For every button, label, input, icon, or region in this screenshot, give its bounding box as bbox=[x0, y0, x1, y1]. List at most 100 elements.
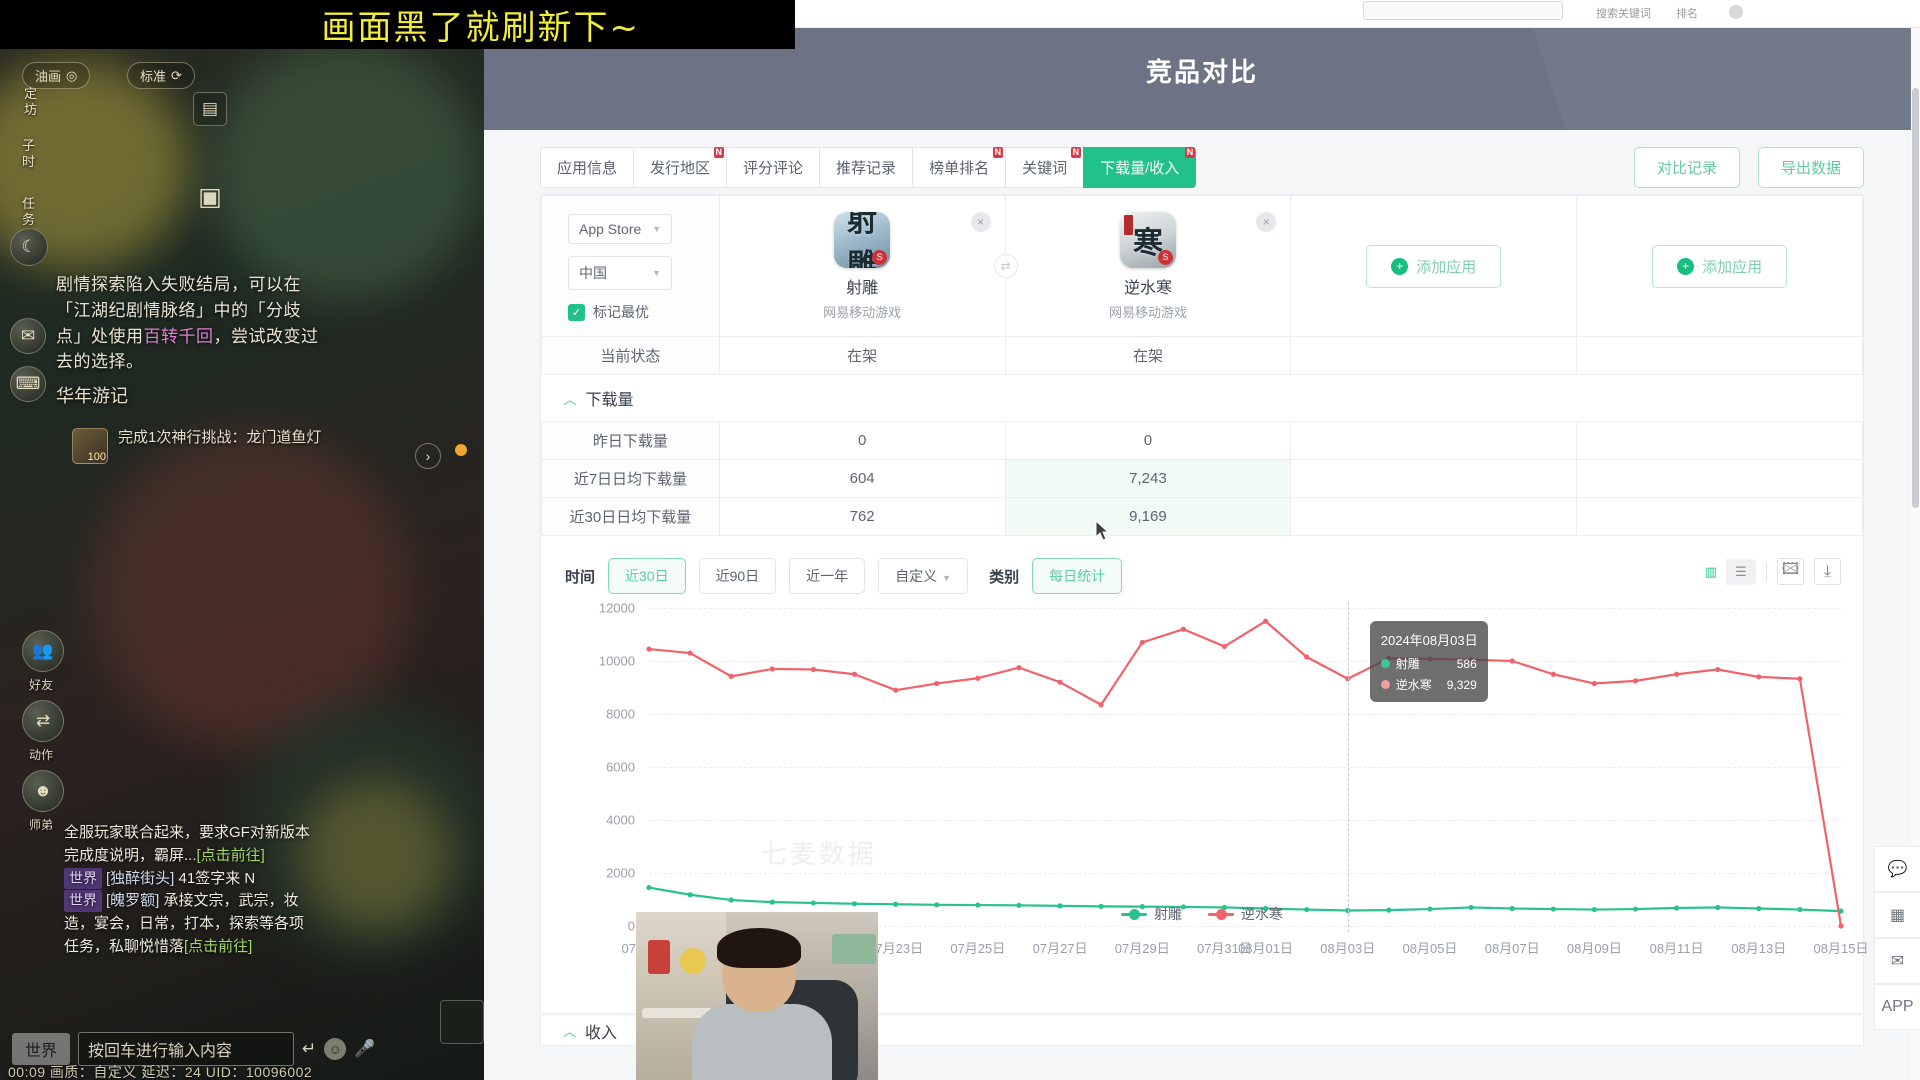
chart-point-1-2[interactable] bbox=[728, 673, 734, 679]
chat-enter-icon[interactable]: ↵ bbox=[302, 1039, 316, 1059]
time-option-1y[interactable]: 近一年 bbox=[789, 558, 866, 594]
mark-best-checkbox[interactable]: ✓ 标记最优 bbox=[568, 302, 719, 322]
chart-point-1-28[interactable] bbox=[1797, 676, 1803, 682]
chart-point-1-4[interactable] bbox=[810, 666, 817, 673]
chat-bubble-icon[interactable]: 💬 bbox=[1874, 846, 1920, 892]
game-quality-pill[interactable]: 标准 ⟳ bbox=[127, 62, 195, 89]
game-chat-log[interactable]: 全服玩家联合起来，要求GF对新版本 完成度说明，霸屏...[点击前往] 世界 [独… bbox=[64, 822, 394, 959]
chart-point-1-11[interactable] bbox=[1098, 702, 1104, 708]
chart-point-1-29[interactable] bbox=[1838, 923, 1844, 929]
tab-1[interactable]: 发行地区 N bbox=[633, 147, 727, 188]
legend-item-nishuihan[interactable]: 逆水寒 bbox=[1208, 904, 1283, 924]
add-app-button-2[interactable]: + 添加应用 bbox=[1652, 244, 1788, 288]
tab-5[interactable]: 关键词 N bbox=[1005, 147, 1084, 188]
chart-point-1-6[interactable] bbox=[893, 687, 899, 693]
image-export-icon[interactable]: 🖾 bbox=[1777, 558, 1804, 585]
chart-point-1-0[interactable] bbox=[646, 646, 652, 652]
search-input[interactable] bbox=[1363, 1, 1563, 20]
chart-point-1-16[interactable] bbox=[1304, 654, 1310, 660]
chart-point-1-1[interactable] bbox=[687, 650, 693, 656]
chart-point-1-12[interactable] bbox=[1139, 639, 1145, 646]
chat-input[interactable]: 按回车进行输入内容 bbox=[78, 1032, 295, 1066]
chart-point-1-27[interactable] bbox=[1756, 674, 1762, 680]
qrcode-icon[interactable]: ▦ bbox=[1874, 892, 1920, 938]
chart-point-1-3[interactable] bbox=[769, 666, 775, 672]
game-chip-renwu[interactable]: 任 务 bbox=[22, 196, 35, 229]
game-actions-icon[interactable]: ⇄ bbox=[22, 700, 64, 742]
chart-point-1-21[interactable] bbox=[1509, 658, 1515, 664]
app-name-1[interactable]: 射雕 bbox=[720, 274, 1005, 298]
app-icon-shediao[interactable]: 射雕 S bbox=[834, 211, 891, 268]
chart-point-1-13[interactable] bbox=[1180, 626, 1186, 632]
game-chat-icon[interactable]: ✉ bbox=[10, 318, 46, 354]
tab-3[interactable]: 推荐记录 bbox=[819, 147, 913, 188]
chart-point-1-7[interactable] bbox=[934, 680, 940, 687]
table-view-icon[interactable]: ☰ bbox=[1726, 559, 1756, 585]
chart-xtick-5: 07月27日 bbox=[1032, 941, 1088, 956]
download-icon[interactable]: ⤓ bbox=[1814, 558, 1841, 585]
game-map-icon[interactable]: ▤ bbox=[193, 92, 227, 126]
app-name-2[interactable]: 逆水寒 bbox=[1006, 274, 1291, 298]
chart-point-0-1[interactable] bbox=[687, 892, 693, 898]
chart-point-1-15[interactable] bbox=[1262, 618, 1269, 624]
mail-icon[interactable]: ✉ bbox=[1874, 938, 1920, 984]
chart-point-0-2[interactable] bbox=[728, 897, 734, 903]
game-friends-icon[interactable]: 👥 bbox=[22, 630, 64, 672]
chat-emoji-icon[interactable]: ☺ bbox=[324, 1038, 347, 1060]
tab-0[interactable]: 应用信息 bbox=[540, 147, 634, 188]
game-gamepad-icon[interactable]: ⌨ bbox=[10, 366, 46, 402]
rank-label[interactable]: 排名 bbox=[1676, 5, 1698, 21]
tab-new-badge-1: N bbox=[713, 147, 725, 158]
game-chip-zishi[interactable]: 子 时 bbox=[22, 138, 35, 171]
search-type-label[interactable]: 搜索关键词 bbox=[1596, 5, 1651, 21]
game-quest-item[interactable]: 100 完成1次神行挑战：龙门道鱼灯 bbox=[72, 428, 402, 464]
chart-point-1-24[interactable] bbox=[1632, 678, 1639, 684]
game-quest-avatar[interactable]: ☾ bbox=[10, 228, 48, 266]
game-chip-dingfang[interactable]: 定 坊 bbox=[24, 86, 37, 119]
app-icon-nishuihan[interactable]: 寒 S bbox=[1119, 211, 1176, 268]
swap-apps-button[interactable]: ⇄ bbox=[993, 254, 1018, 278]
legend-item-shediao[interactable]: 射雕 bbox=[1121, 904, 1182, 924]
tab-4[interactable]: 榜单排名 N bbox=[912, 147, 1006, 188]
game-render-mode-pill[interactable]: 油画 ◎ bbox=[22, 62, 91, 89]
bar-chart-view-icon[interactable]: ▥ bbox=[1696, 558, 1726, 585]
game-chat-bar: 世界 按回车进行输入内容 ↵ ☺ 🎤 bbox=[12, 1032, 432, 1066]
remove-app-button-2[interactable]: × bbox=[1256, 212, 1277, 232]
filters: App Store ▼ 中国 ▼ ✓ 标记最优 bbox=[542, 196, 719, 336]
store-select[interactable]: App Store ▼ bbox=[568, 214, 672, 244]
chart-point-0-0[interactable] bbox=[646, 884, 652, 891]
game-minimap[interactable] bbox=[440, 1000, 484, 1044]
chat-channel-selector[interactable]: 世界 bbox=[12, 1033, 71, 1065]
chart-point-1-8[interactable] bbox=[975, 675, 981, 681]
time-option-custom[interactable]: 自定义 ▼ bbox=[878, 558, 969, 594]
tab-6[interactable]: 下载量/收入 N bbox=[1083, 147, 1197, 188]
game-brother-icon[interactable]: ☻ bbox=[22, 770, 64, 812]
scrollbar-thumb[interactable] bbox=[1912, 88, 1919, 508]
export-data-button[interactable]: 导出数据 bbox=[1757, 147, 1864, 188]
compare-history-button[interactable]: 对比记录 bbox=[1633, 147, 1740, 188]
chart-point-1-23[interactable] bbox=[1591, 680, 1597, 687]
chat-link-2[interactable]: [点击前往] bbox=[184, 938, 252, 955]
avatar[interactable] bbox=[1729, 5, 1743, 19]
chart-point-1-14[interactable] bbox=[1221, 643, 1228, 650]
remove-app-button-1[interactable]: × bbox=[970, 212, 991, 232]
tab-2[interactable]: 评分评论 bbox=[726, 147, 820, 188]
game-camera-icon[interactable]: ▣ bbox=[193, 180, 227, 214]
category-option-daily[interactable]: 每日统计 bbox=[1032, 558, 1123, 594]
tooltip-row-1: 射雕 586 bbox=[1380, 655, 1477, 672]
chart-point-1-22[interactable] bbox=[1550, 671, 1556, 677]
time-option-90d[interactable]: 近90日 bbox=[698, 558, 777, 594]
chart-point-1-5[interactable] bbox=[851, 671, 858, 677]
section-toggle-downloads[interactable]: ︿ 下载量 bbox=[564, 386, 634, 410]
chart-point-1-9[interactable] bbox=[1016, 665, 1022, 671]
chat-link-1[interactable]: [点击前往] bbox=[197, 847, 265, 864]
chart-point-1-26[interactable] bbox=[1715, 666, 1721, 673]
chart-point-1-25[interactable] bbox=[1673, 671, 1680, 677]
chat-mic-icon[interactable]: 🎤 bbox=[354, 1039, 375, 1059]
time-option-30d[interactable]: 近30日 bbox=[608, 558, 686, 594]
app-icon[interactable]: APP bbox=[1874, 984, 1920, 1030]
chart-point-1-10[interactable] bbox=[1057, 679, 1063, 685]
region-select[interactable]: 中国 ▼ bbox=[568, 256, 672, 290]
add-app-button-1[interactable]: + 添加应用 bbox=[1366, 244, 1502, 288]
quest-next-arrow-icon[interactable]: › bbox=[415, 443, 441, 469]
